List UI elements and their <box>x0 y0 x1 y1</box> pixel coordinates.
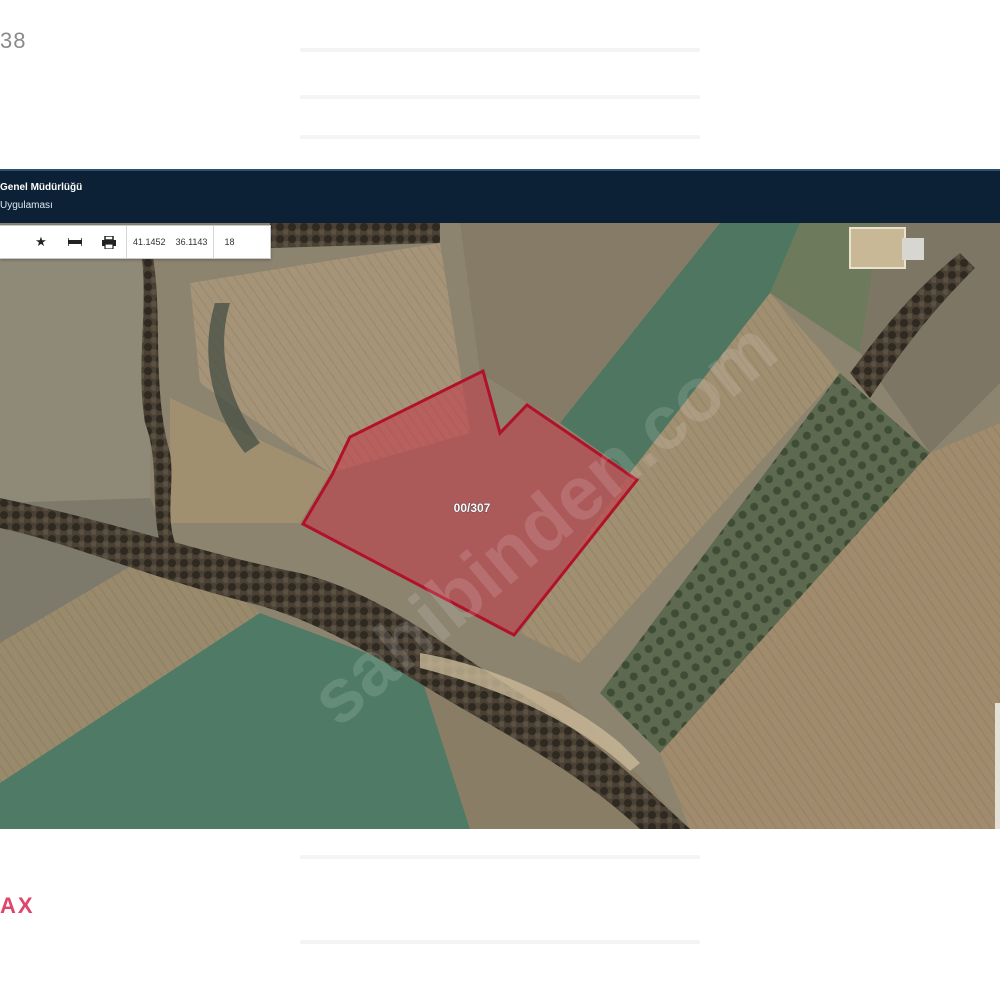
latitude-value: 41.1452 <box>133 237 166 247</box>
print-button[interactable] <box>92 226 126 258</box>
faint-line <box>300 855 700 859</box>
star-icon: ★ <box>35 234 47 249</box>
field-left-top <box>0 243 150 503</box>
road-edge <box>995 703 1000 829</box>
app-subtitle: Uygulaması <box>0 200 53 211</box>
favorite-button[interactable]: ★ <box>24 226 58 258</box>
printer-icon <box>102 235 116 249</box>
map-canvas[interactable]: 00/307 sahibinden.com <box>0 223 1000 829</box>
app-title: Genel Müdürlüğü <box>0 182 83 193</box>
brand-logo-fragment: AX <box>0 893 35 918</box>
faint-line <box>300 48 700 52</box>
farm-building-roof <box>902 238 924 260</box>
parcel-label: 00/307 <box>454 501 491 515</box>
listing-number: 38 <box>0 28 27 53</box>
faint-line <box>300 940 700 944</box>
faint-line <box>300 135 700 139</box>
faint-line <box>300 95 700 99</box>
measure-button[interactable] <box>58 226 92 258</box>
app-header: Genel Müdürlüğü Uygulaması <box>0 169 1000 223</box>
ruler-icon <box>68 238 82 246</box>
satellite-map[interactable]: 00/307 sahibinden.com <box>0 223 1000 829</box>
map-toolbar: ★ 41.1452 36.1143 18 <box>0 225 271 259</box>
longitude-value: 36.1143 <box>175 237 208 247</box>
coordinate-readout: 41.1452 36.1143 <box>127 237 213 247</box>
zoom-level[interactable]: 18 <box>214 237 244 247</box>
map-app-window: Genel Müdürlüğü Uygulaması 00/307 sahibi… <box>0 169 1000 829</box>
farm-building <box>849 227 906 269</box>
